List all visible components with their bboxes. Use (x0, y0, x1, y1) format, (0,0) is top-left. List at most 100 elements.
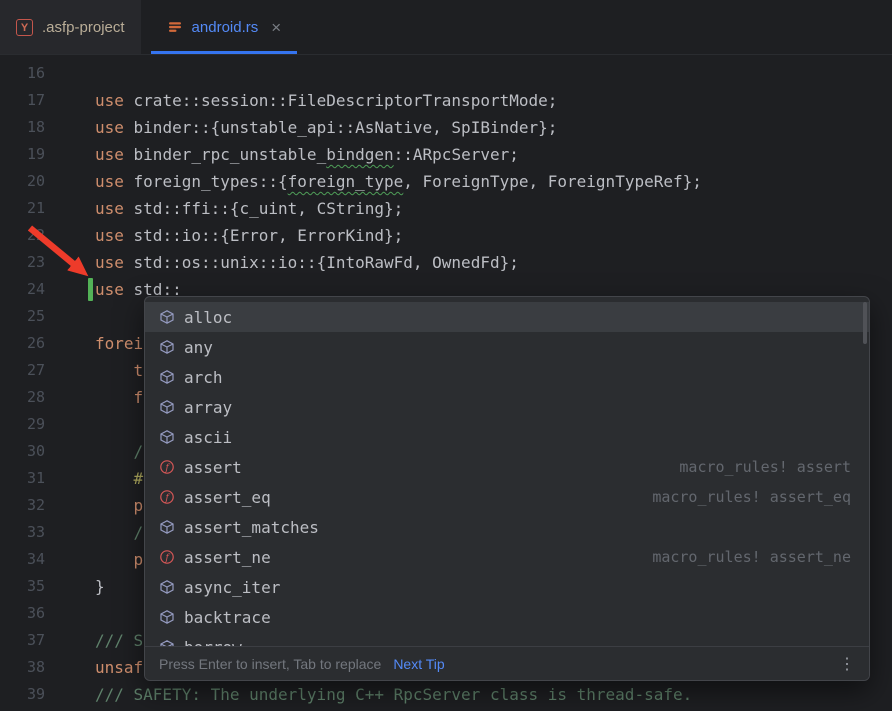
code-segment: use (95, 172, 124, 191)
line-number[interactable]: 17 (0, 87, 45, 114)
svg-text:f: f (164, 492, 170, 503)
line-number[interactable]: 16 (0, 60, 45, 87)
completion-label: backtrace (184, 608, 271, 627)
tab-label: .asfp-project (42, 19, 125, 36)
popup-footer: Press Enter to insert, Tab to replace Ne… (145, 646, 869, 680)
completion-item[interactable]: any (145, 332, 869, 362)
close-tab-icon[interactable]: × (271, 19, 281, 36)
line-number[interactable]: 31 (0, 465, 45, 492)
line-number[interactable]: 36 (0, 600, 45, 627)
completion-label: borrow (184, 638, 242, 647)
line-number[interactable]: 38 (0, 654, 45, 681)
code-segment: std::io::{Error, ErrorKind}; (124, 226, 403, 245)
completion-item[interactable]: alloc (145, 302, 869, 332)
code-segment: use (95, 118, 124, 137)
line-number[interactable]: 32 (0, 492, 45, 519)
completion-item[interactable]: ascii (145, 422, 869, 452)
kebab-menu-icon[interactable]: ⋮ (839, 654, 855, 674)
code-segment: crate::session::FileDescriptorTransportM… (124, 91, 557, 110)
tab-label: android.rs (192, 19, 259, 36)
completion-item[interactable]: fassert_eqmacro_rules! assert_eq (145, 482, 869, 512)
line-number[interactable]: 37 (0, 627, 45, 654)
completion-label: assert (184, 458, 242, 477)
module-icon (159, 579, 175, 595)
code-line[interactable]: 21use std::ffi::{c_uint, CString}; (0, 195, 892, 222)
yaml-file-icon: Y (16, 19, 33, 36)
module-icon (159, 309, 175, 325)
line-number[interactable]: 39 (0, 681, 45, 708)
code-segment: ::ARpcServer; (394, 145, 519, 164)
completion-type-hint: macro_rules! assert_ne (652, 548, 851, 566)
line-number[interactable]: 23 (0, 249, 45, 276)
code-text: t (45, 357, 143, 384)
tab-android-rs[interactable]: android.rs × (151, 0, 298, 54)
code-segment: f (95, 388, 143, 407)
line-number[interactable]: 24 (0, 276, 45, 303)
line-number[interactable]: 26 (0, 330, 45, 357)
code-text: /// SAFETY: The underlying C++ RpcServer… (45, 681, 692, 708)
code-text: # (45, 465, 143, 492)
code-text: use foreign_types::{foreign_type, Foreig… (45, 168, 702, 195)
code-line[interactable]: 39/// SAFETY: The underlying C++ RpcServ… (0, 681, 892, 708)
module-icon (159, 369, 175, 385)
code-text: use std::io::{Error, ErrorKind}; (45, 222, 403, 249)
line-number[interactable]: 30 (0, 438, 45, 465)
completion-item[interactable]: async_iter (145, 572, 869, 602)
line-number[interactable]: 20 (0, 168, 45, 195)
ide-window: Y .asfp-project android.rs × 1617 use cra… (0, 0, 892, 711)
completion-label: arch (184, 368, 223, 387)
code-segment: p (95, 496, 143, 515)
next-tip-link[interactable]: Next Tip (393, 656, 444, 672)
macro-icon: f (159, 459, 175, 475)
line-number[interactable]: 27 (0, 357, 45, 384)
code-segment: binder::{unstable_api::AsNative, SpIBind… (124, 118, 557, 137)
code-segment: use (95, 226, 124, 245)
code-text: use binder_rpc_unstable_bindgen::ARpcSer… (45, 141, 519, 168)
vcs-added-marker (88, 278, 93, 301)
code-segment: p (95, 550, 143, 569)
completion-label: assert_ne (184, 548, 271, 567)
completion-label: async_iter (184, 578, 280, 597)
completion-item[interactable]: fassert_nemacro_rules! assert_ne (145, 542, 869, 572)
code-segment: t (95, 361, 143, 380)
line-number[interactable]: 33 (0, 519, 45, 546)
module-icon (159, 639, 175, 646)
completion-item[interactable]: backtrace (145, 602, 869, 632)
popup-scrollbar[interactable] (863, 302, 867, 344)
completion-item[interactable]: fassertmacro_rules! assert (145, 452, 869, 482)
completion-item[interactable]: assert_matches (145, 512, 869, 542)
completion-item[interactable]: arch (145, 362, 869, 392)
code-line[interactable]: 17 use crate::session::FileDescriptorTran… (0, 87, 892, 114)
code-segment: binder_rpc_unstable_ (124, 145, 326, 164)
code-text (45, 303, 95, 330)
line-number[interactable]: 34 (0, 546, 45, 573)
code-text: f (45, 384, 143, 411)
code-line[interactable]: 19use binder_rpc_unstable_bindgen::ARpcS… (0, 141, 892, 168)
code-line[interactable]: 23use std::os::unix::io::{IntoRawFd, Own… (0, 249, 892, 276)
line-number[interactable]: 25 (0, 303, 45, 330)
code-line[interactable]: 16 (0, 60, 892, 87)
completion-label: assert_eq (184, 488, 271, 507)
line-number[interactable]: 35 (0, 573, 45, 600)
line-number[interactable]: 29 (0, 411, 45, 438)
line-number[interactable]: 18 (0, 114, 45, 141)
code-line[interactable]: 18 use binder::{unstable_api::AsNative, S… (0, 114, 892, 141)
code-text: use std::os::unix::io::{IntoRawFd, Owned… (45, 249, 519, 276)
completion-item[interactable]: borrow (145, 632, 869, 646)
line-number[interactable]: 22 (0, 222, 45, 249)
code-segment: use (95, 91, 124, 110)
line-number[interactable]: 28 (0, 384, 45, 411)
completion-label: alloc (184, 308, 232, 327)
line-number[interactable]: 21 (0, 195, 45, 222)
code-segment: foreign_types::{ (124, 172, 288, 191)
code-line[interactable]: 22use std::io::{Error, ErrorKind}; (0, 222, 892, 249)
line-number[interactable]: 19 (0, 141, 45, 168)
completion-item[interactable]: array (145, 392, 869, 422)
completion-label: array (184, 398, 232, 417)
code-line[interactable]: 20use foreign_types::{foreign_type, Fore… (0, 168, 892, 195)
tab-asfp-project[interactable]: Y .asfp-project (0, 0, 141, 54)
rust-file-icon (167, 19, 183, 35)
code-segment: use (95, 253, 124, 272)
code-text (45, 600, 95, 627)
code-segment: forei (95, 334, 143, 353)
